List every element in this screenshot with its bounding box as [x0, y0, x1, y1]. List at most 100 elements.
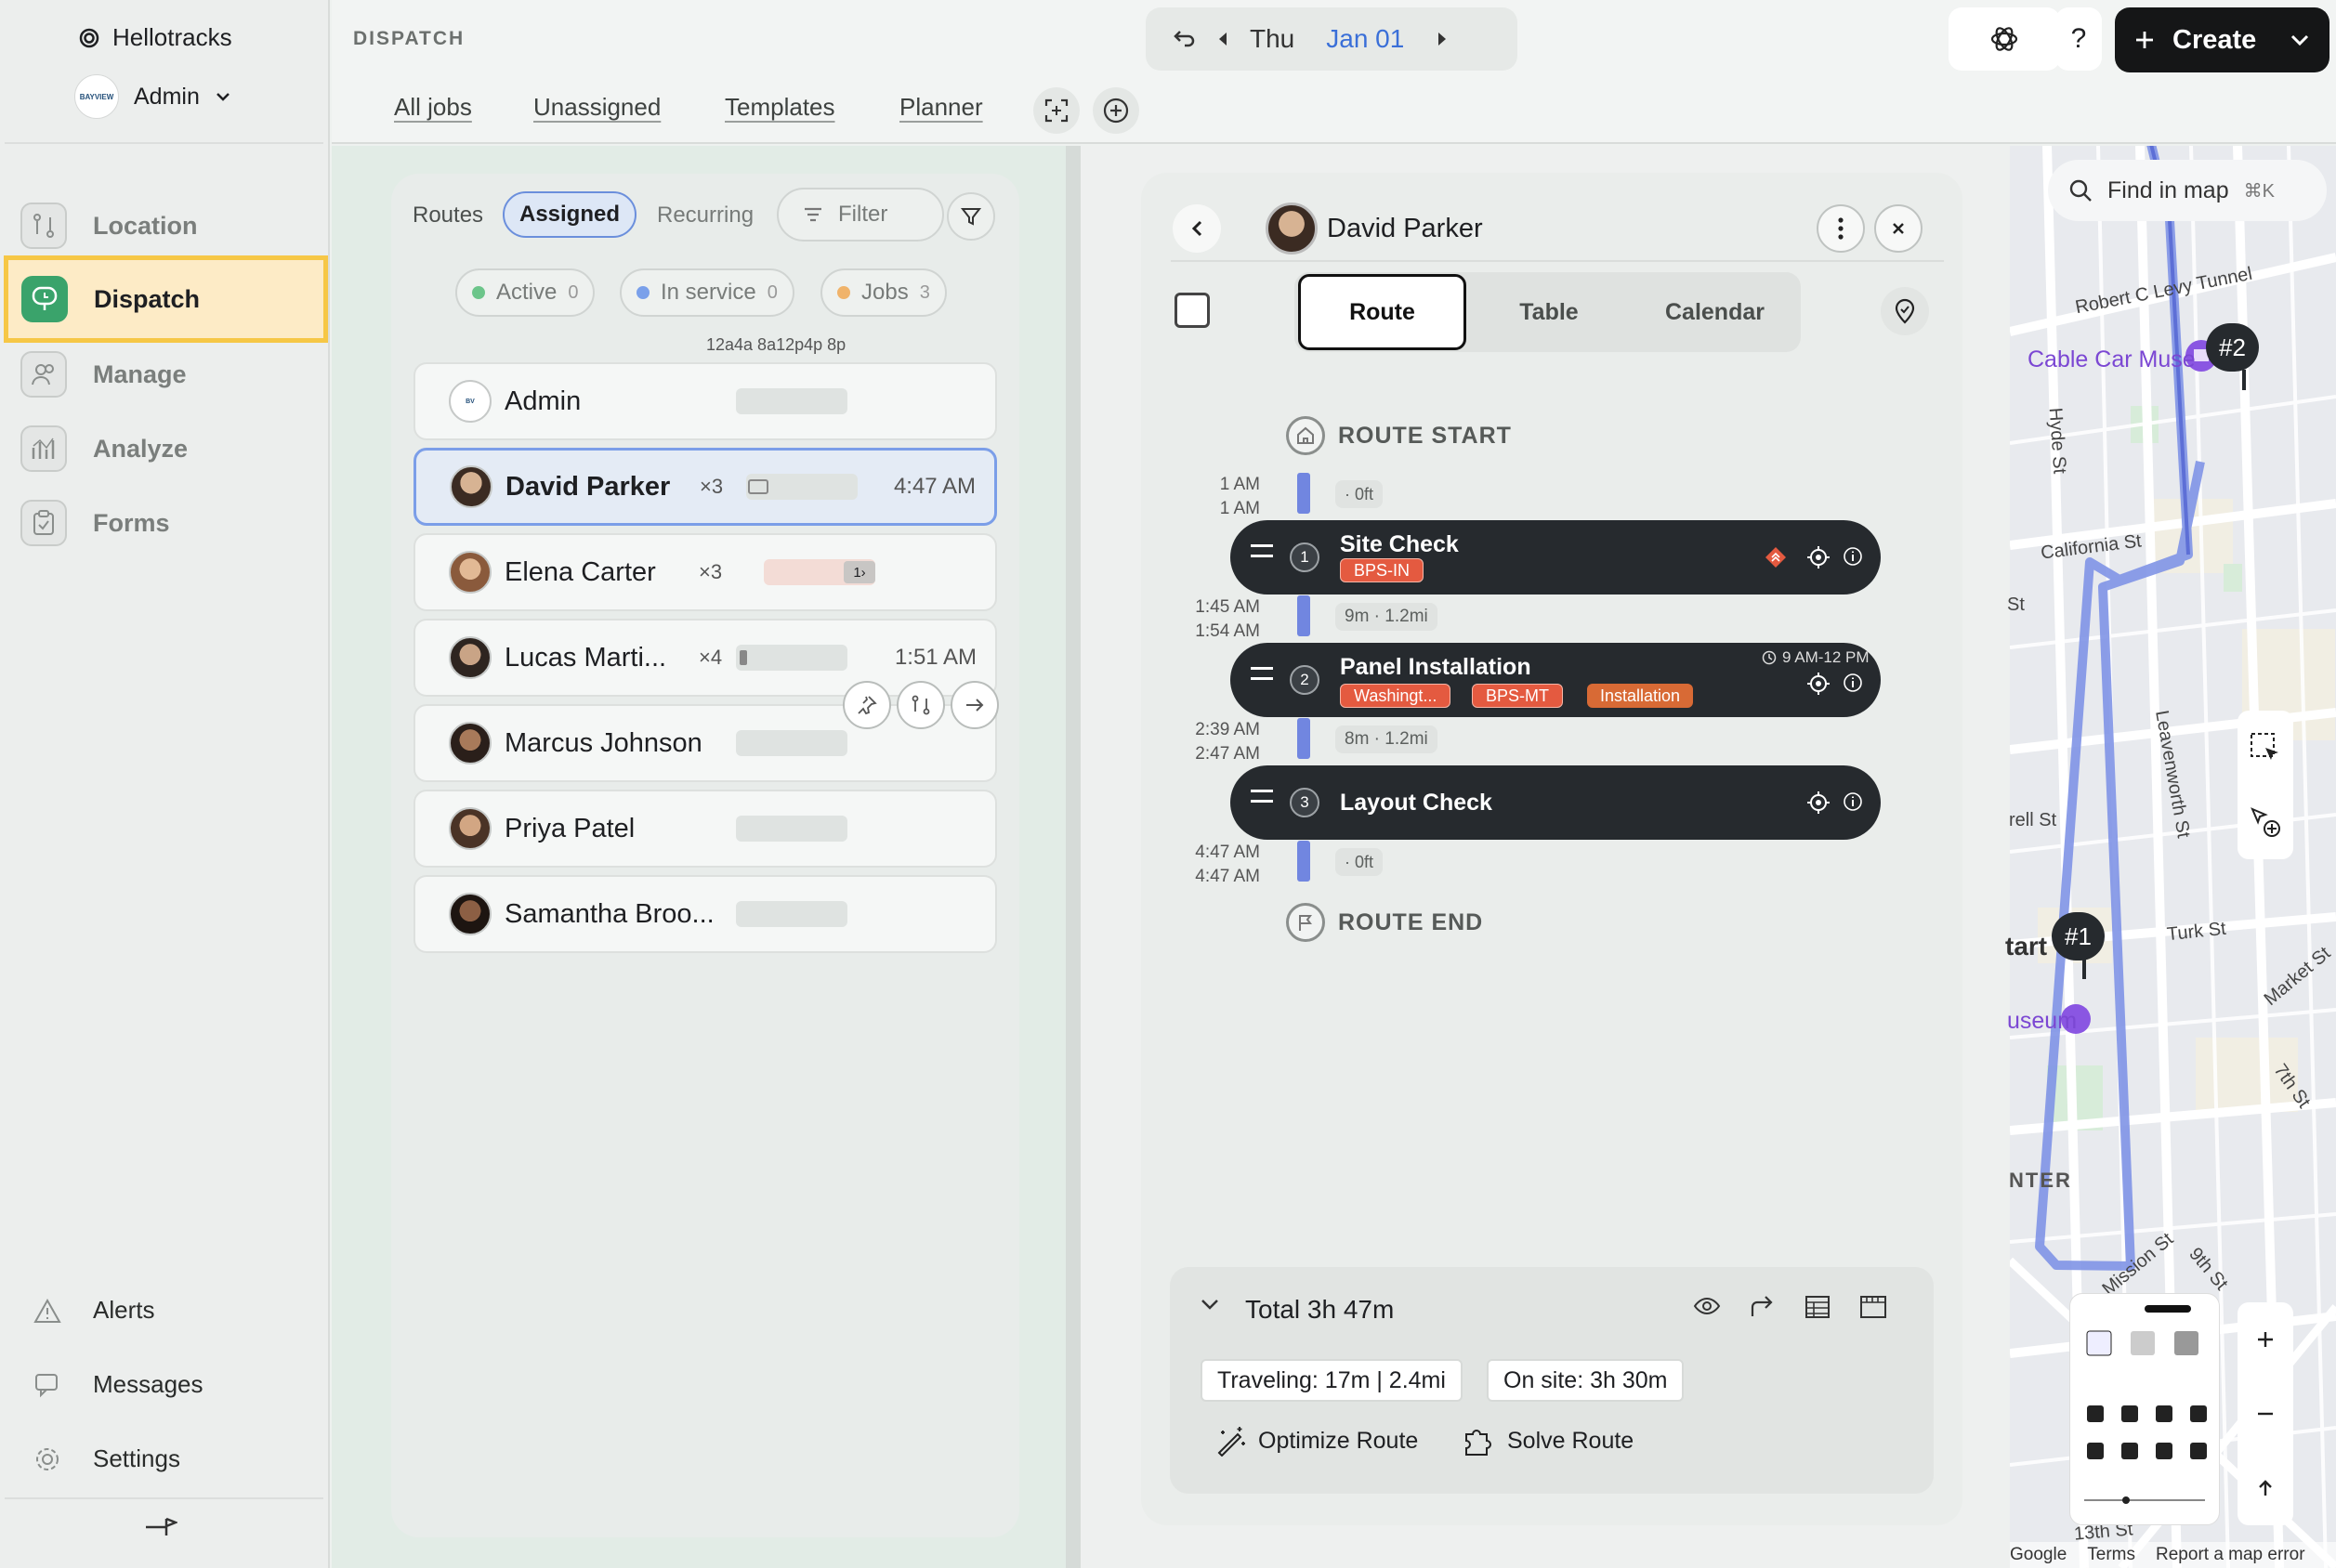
ai-assistant-button[interactable]	[1949, 7, 2060, 71]
tab-table-view[interactable]: Table	[1469, 274, 1629, 350]
status-jobs[interactable]: Jobs 3	[820, 268, 947, 317]
tab-templates[interactable]: Templates	[725, 93, 835, 122]
filter-button[interactable]	[947, 192, 995, 241]
location-pin-icon	[1891, 297, 1919, 325]
timeline-bar	[736, 645, 847, 671]
report-map-error-link[interactable]: Report a map error	[2156, 1545, 2305, 1565]
create-button[interactable]: Create	[2115, 7, 2329, 72]
zoom-out-icon[interactable]	[2254, 1403, 2277, 1425]
stop-card[interactable]: 3 Layout Check	[1230, 765, 1881, 840]
add-pointer-icon[interactable]	[2249, 805, 2282, 839]
route-row[interactable]: Samantha Broo...	[413, 875, 997, 953]
tab-planner[interactable]: Planner	[899, 93, 983, 122]
sidebar-item-label: Alerts	[93, 1296, 155, 1324]
sidebar-item-alerts[interactable]: Alerts	[33, 1296, 154, 1325]
today-icon[interactable]	[1172, 29, 1196, 49]
more-options-button[interactable]	[1817, 204, 1865, 253]
route-row[interactable]: Priya Patel	[413, 790, 997, 868]
add-tab-button[interactable]	[1093, 87, 1139, 134]
tab-recurring[interactable]: Recurring	[657, 203, 754, 229]
solve-label: Solve Route	[1507, 1427, 1634, 1454]
sidebar-item-forms[interactable]: Forms	[0, 486, 330, 560]
pin-route-button[interactable]	[843, 681, 891, 729]
map-pin-stop-2[interactable]: #2	[2206, 323, 2259, 372]
route-row[interactable]: BV Admin	[413, 362, 997, 440]
map-pin-stop-1[interactable]: #1	[2052, 912, 2105, 960]
search-shortcut: ⌘K	[2243, 180, 2275, 202]
sidebar-item-messages[interactable]: Messages	[33, 1370, 203, 1399]
day-label: Thu	[1250, 24, 1295, 53]
compass-icon[interactable]	[2254, 1477, 2277, 1499]
open-route-button[interactable]	[951, 681, 999, 729]
place-label[interactable]: Cable Car Muse	[2028, 346, 2196, 373]
tab-route-view[interactable]: Route	[1298, 274, 1466, 350]
route-path-button[interactable]	[897, 681, 945, 729]
info-icon[interactable]	[1842, 545, 1866, 569]
calendar-grid-icon[interactable]	[1859, 1295, 1887, 1319]
sidebar-item-dispatch[interactable]: Dispatch	[4, 255, 328, 343]
place-label[interactable]: useum	[2007, 1008, 2077, 1035]
locate-icon[interactable]	[1806, 672, 1831, 696]
drag-handle-icon[interactable]	[1251, 667, 1273, 680]
map-layers-preview[interactable]	[2069, 1293, 2220, 1525]
back-button[interactable]	[1173, 204, 1221, 253]
map-footer: Google Terms Report a map error	[2010, 1542, 2336, 1568]
filter-input[interactable]: Filter	[777, 188, 944, 242]
locate-icon[interactable]	[1806, 545, 1831, 569]
sidebar-item-label: Manage	[93, 359, 187, 388]
stop-card[interactable]: 2 Panel Installation Washingt... BPS-MT …	[1230, 643, 1881, 717]
tab-unassigned[interactable]: Unassigned	[533, 93, 661, 122]
brand[interactable]: Hellotracks	[79, 23, 232, 52]
select-area-icon[interactable]	[2249, 731, 2282, 764]
locate-icon[interactable]	[1806, 791, 1831, 815]
search-icon	[2068, 178, 2093, 203]
drag-handle-icon[interactable]	[1251, 544, 1273, 557]
route-row[interactable]: Elena Carter ×3 1›	[413, 533, 997, 611]
stop-card[interactable]: 1 Site Check BPS-IN	[1230, 520, 1881, 595]
sidebar-item-settings[interactable]: Settings	[33, 1444, 180, 1473]
status-label: In service	[661, 280, 756, 305]
org-switcher[interactable]: BAYVIEW Admin	[74, 74, 231, 119]
terms-link[interactable]: Terms	[2087, 1545, 2135, 1565]
breadcrumb: DISPATCH	[353, 28, 466, 49]
table-icon[interactable]	[1804, 1295, 1831, 1319]
solve-route-button[interactable]: Solve Route	[1463, 1425, 1634, 1457]
help-button[interactable]: ?	[2055, 7, 2102, 71]
chevron-down-icon[interactable]	[1199, 1297, 1221, 1312]
next-day-icon[interactable]	[1436, 31, 1449, 47]
zoom-in-icon[interactable]	[2254, 1328, 2277, 1351]
drag-handle-icon[interactable]	[1251, 790, 1273, 803]
job-count: ×4	[699, 646, 723, 669]
sidebar-item-analyze[interactable]: Analyze	[0, 412, 330, 486]
close-button[interactable]	[1874, 204, 1923, 253]
departure-time: 1:54 AM	[1195, 621, 1260, 641]
share-icon[interactable]	[1749, 1293, 1775, 1319]
optimize-route-button[interactable]: Optimize Route	[1215, 1425, 1418, 1457]
tab-assigned[interactable]: Assigned	[503, 191, 636, 238]
map-location-button[interactable]	[1881, 287, 1929, 335]
tab-routes[interactable]: Routes	[413, 203, 483, 229]
select-all-checkbox[interactable]	[1175, 293, 1210, 328]
scan-button[interactable]	[1033, 87, 1080, 134]
sidebar-item-manage[interactable]: Manage	[0, 337, 330, 412]
collapse-sidebar-icon[interactable]	[144, 1514, 177, 1540]
info-icon[interactable]	[1842, 672, 1866, 696]
status-dot	[472, 286, 485, 299]
eye-icon[interactable]	[1693, 1295, 1721, 1317]
status-in-service[interactable]: In service 0	[620, 268, 794, 317]
info-icon[interactable]	[1842, 791, 1866, 815]
clock-icon	[1762, 650, 1777, 665]
timeline-bar	[736, 816, 847, 842]
status-active[interactable]: Active 0	[455, 268, 596, 317]
panel-resizer[interactable]	[1066, 146, 1081, 1568]
sidebar-divider	[5, 142, 323, 144]
date-label[interactable]: Jan 01	[1326, 24, 1404, 54]
tab-calendar-view[interactable]: Calendar	[1634, 274, 1796, 350]
previous-day-icon[interactable]	[1216, 31, 1229, 47]
sidebar-item-location[interactable]: Location	[0, 189, 330, 263]
onsite-stat: On site: 3h 30m	[1487, 1359, 1685, 1402]
time-window: 9 AM-12 PM	[1762, 648, 1870, 667]
map-search-input[interactable]: Find in map ⌘K	[2048, 160, 2327, 221]
tab-all-jobs[interactable]: All jobs	[394, 93, 472, 122]
route-row-selected[interactable]: David Parker ×3 4:47 AM	[413, 448, 997, 526]
